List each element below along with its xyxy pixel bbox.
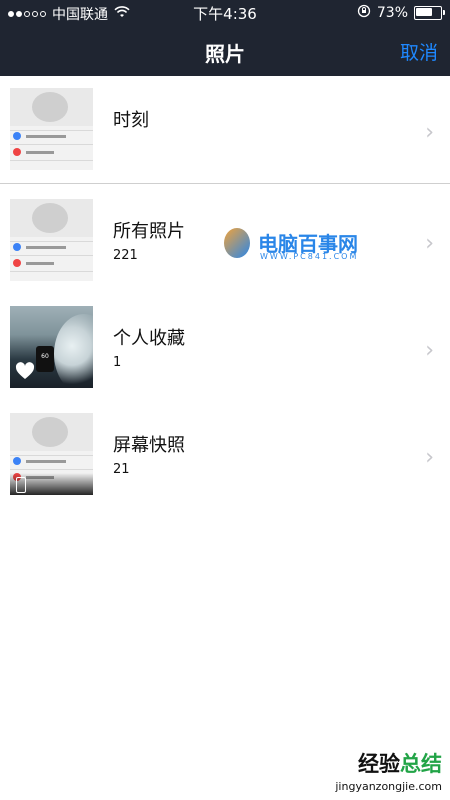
album-count: 1 (113, 355, 122, 370)
footer-watermark: 经验总结 jingyanzongjie.com (292, 748, 442, 800)
chevron-right-icon: › (425, 445, 434, 470)
chevron-right-icon: › (425, 338, 434, 363)
album-label: 个人收藏 (113, 328, 185, 349)
footer-watermark-title: 经验总结 (292, 748, 442, 778)
album-count: 21 (113, 462, 130, 477)
thumb-divider (10, 130, 93, 131)
thumb-divider (10, 144, 93, 145)
chevron-right-icon: › (425, 120, 434, 145)
thumb-dot-icon (13, 457, 21, 465)
album-row-moments[interactable]: 时刻 › (0, 88, 450, 192)
album-thumbnail: 60 (10, 306, 93, 388)
thumb-text (26, 246, 66, 249)
thumb-dot-icon (13, 243, 21, 251)
album-label: 时刻 (113, 110, 149, 131)
album-thumbnail (10, 88, 93, 170)
thumb-divider (10, 241, 93, 242)
thumb-dot-icon (13, 259, 21, 267)
section-divider (0, 183, 450, 184)
thumb-text (26, 135, 66, 138)
battery-tip (443, 10, 445, 15)
album-row-screenshots[interactable]: 屏幕快照 21 › (0, 413, 450, 517)
album-label: 所有照片 (113, 221, 185, 242)
avatar-placeholder (32, 92, 68, 122)
album-row-favorites[interactable]: 60 个人收藏 1 › (0, 306, 450, 410)
thumb-divider (10, 469, 93, 470)
album-label: 屏幕快照 (113, 435, 185, 456)
thumb-dot-icon (13, 148, 21, 156)
thumb-divider (10, 255, 93, 256)
thumb-dot-icon (13, 132, 21, 140)
album-thumbnail (10, 413, 93, 495)
chevron-right-icon: › (425, 231, 434, 256)
avatar-placeholder (32, 417, 68, 447)
footer-watermark-pinyin: jingyanzongjie.com (335, 780, 442, 793)
phone-icon (16, 477, 26, 493)
footer-watermark-b: 总结 (400, 752, 442, 776)
lock-rotation-icon (357, 4, 371, 22)
album-count: 221 (113, 248, 138, 263)
site-watermark: 电脑百事网 WWW.PC841.COM (224, 228, 384, 262)
status-bar: 中国联通 下午4:36 73% (0, 0, 450, 24)
thumb-text (26, 262, 54, 265)
thumb-text (26, 460, 66, 463)
status-right: 73% (357, 4, 445, 22)
thumb-divider (10, 160, 93, 161)
cancel-button[interactable]: 取消 (400, 38, 438, 65)
page-title: 照片 (205, 42, 245, 66)
heart-icon (15, 362, 35, 380)
battery-level (416, 8, 432, 16)
thumb-text (26, 151, 54, 154)
top-bar: 中国联通 下午4:36 73% 照片 取消 (0, 0, 450, 76)
watermark-logo-icon (224, 228, 250, 258)
motor-badge: 60 (41, 353, 49, 360)
watermark-url: WWW.PC841.COM (260, 252, 359, 261)
battery-percent: 73% (376, 5, 408, 21)
battery-icon (414, 6, 445, 20)
thumb-divider (10, 455, 93, 456)
avatar-placeholder (32, 203, 68, 233)
footer-watermark-a: 经验 (358, 752, 400, 776)
thumb-divider (10, 271, 93, 272)
album-thumbnail (10, 199, 93, 281)
